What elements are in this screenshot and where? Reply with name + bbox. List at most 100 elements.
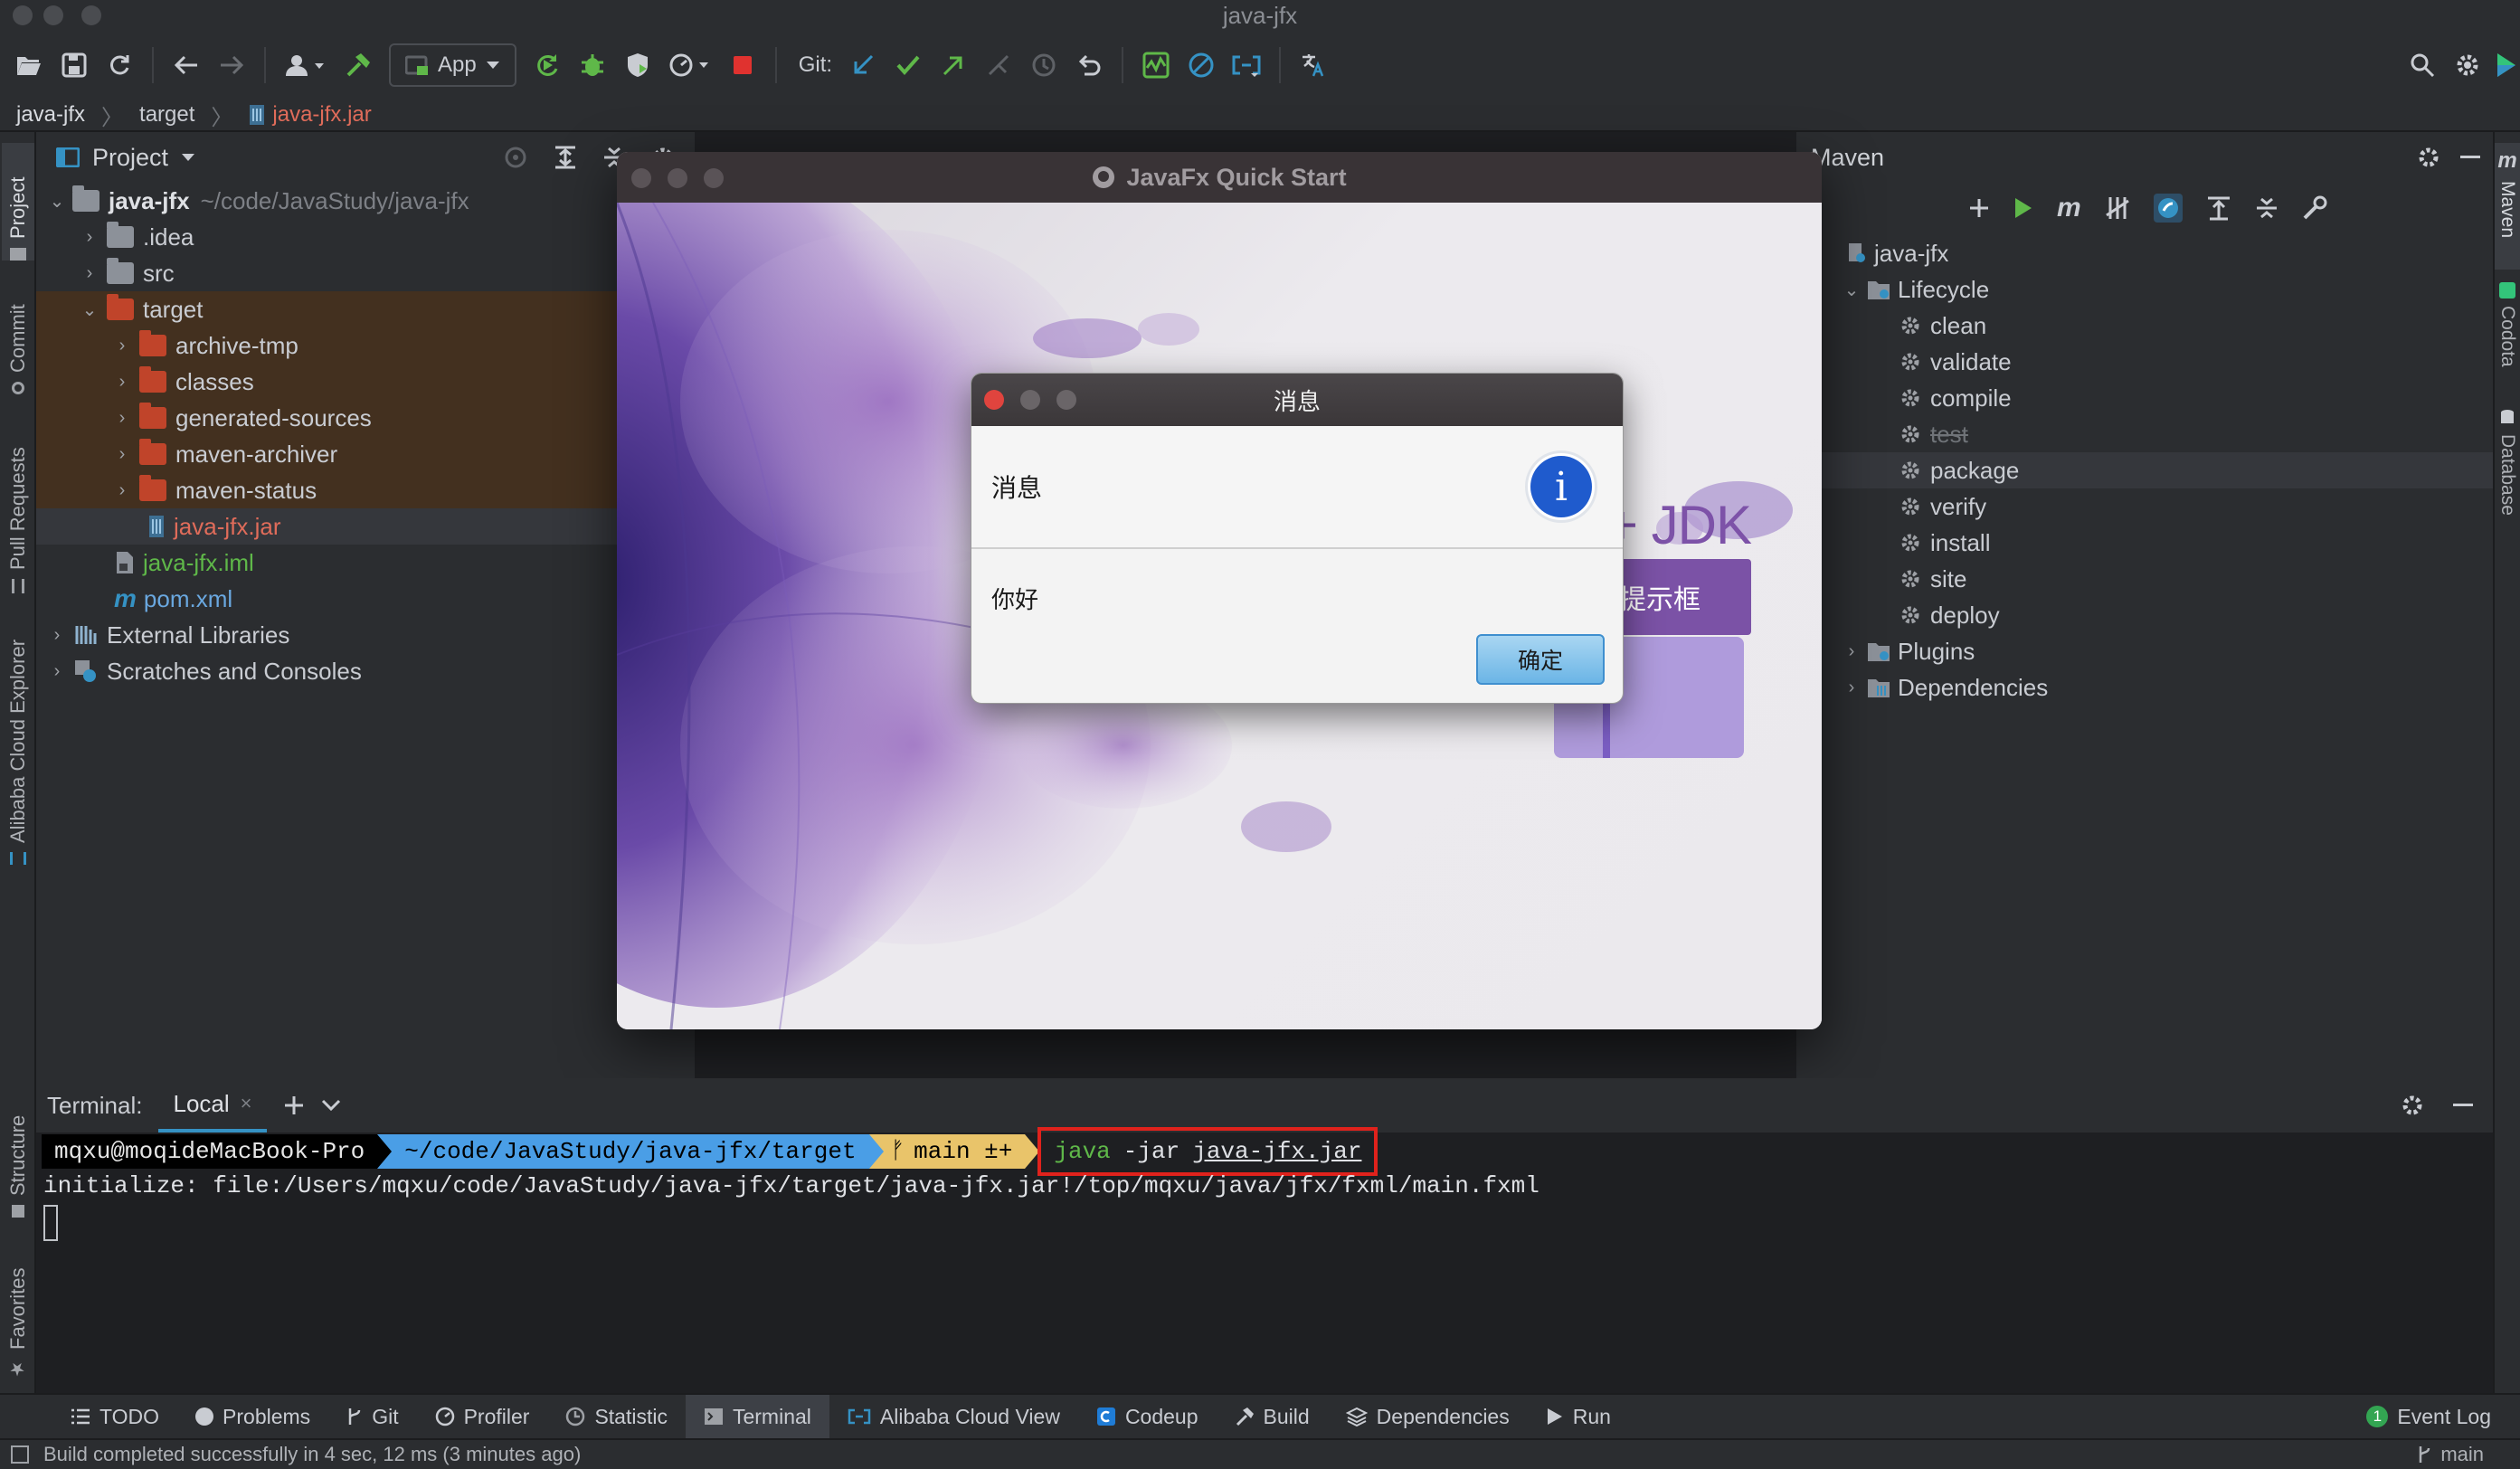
maven-lifecycle-item[interactable]: ⌄ Lifecycle: [1796, 271, 2493, 308]
rerun-icon[interactable]: [527, 42, 567, 89]
tree-item-src[interactable]: › src: [36, 255, 695, 291]
app-minimize-button[interactable]: [668, 168, 687, 188]
stop-icon[interactable]: [723, 42, 763, 89]
disable-circle-icon[interactable]: [1181, 42, 1221, 89]
tool-run[interactable]: Run: [1528, 1395, 1629, 1438]
tab-terminal-local[interactable]: Local ×: [158, 1078, 267, 1133]
git-push-icon[interactable]: [933, 42, 973, 89]
tree-item-external-libraries[interactable]: › External Libraries: [36, 617, 695, 653]
maven-goal-clean[interactable]: clean: [1796, 308, 2493, 344]
profile-run-icon[interactable]: [663, 42, 717, 89]
user-dropdown-icon[interactable]: [279, 42, 333, 89]
tree-item-scratches[interactable]: › Scratches and Consoles: [36, 653, 695, 689]
chevron-down-icon[interactable]: [321, 1099, 341, 1112]
maven-goal-verify[interactable]: verify: [1796, 488, 2493, 525]
settings-gear-icon[interactable]: [2401, 1094, 2424, 1117]
tree-item-root[interactable]: ⌄ java-jfx ~/code/JavaStudy/java-jfx: [36, 183, 695, 219]
execute-maven-goal-icon[interactable]: m: [2057, 193, 2081, 223]
maven-goal-package[interactable]: package: [1796, 452, 2493, 488]
build-hammer-icon[interactable]: [338, 42, 378, 89]
maven-project-item[interactable]: java-jfx: [1796, 235, 2493, 271]
tree-item-target[interactable]: ⌄ target: [36, 291, 695, 327]
tab-maven[interactable]: m Maven: [2495, 143, 2520, 270]
cloud-toolkit-icon[interactable]: [1227, 42, 1266, 89]
tool-codeup[interactable]: Codeup: [1078, 1395, 1217, 1438]
maven-goal-site[interactable]: site: [1796, 561, 2493, 597]
add-icon[interactable]: [1968, 197, 1990, 219]
tool-alibaba-cloud-view[interactable]: Alibaba Cloud View: [829, 1395, 1078, 1438]
terminal-cursor[interactable]: [43, 1205, 58, 1241]
hide-panel-icon[interactable]: [2453, 1104, 2473, 1107]
run-configuration-select[interactable]: App: [389, 43, 516, 87]
maven-goal-install[interactable]: install: [1796, 525, 2493, 561]
tree-item-archive-tmp[interactable]: › archive-tmp: [36, 327, 695, 364]
hide-panel-icon[interactable]: [2460, 156, 2480, 159]
maven-goal-test[interactable]: test: [1796, 416, 2493, 452]
expand-all-icon[interactable]: [554, 145, 577, 170]
tool-profiler[interactable]: Profiler: [417, 1395, 548, 1438]
open-folder-icon[interactable]: [9, 42, 49, 89]
chevron-down-icon[interactable]: [181, 153, 195, 162]
settings-gear-icon[interactable]: [2417, 146, 2440, 169]
status-message[interactable]: Build completed successfully in 4 sec, 1…: [43, 1443, 581, 1466]
translate-icon[interactable]: [1293, 42, 1333, 89]
tab-project[interactable]: Project: [2, 143, 34, 261]
search-icon[interactable]: [2402, 42, 2442, 89]
tool-problems[interactable]: Problems: [177, 1395, 328, 1438]
tool-dependencies[interactable]: Dependencies: [1328, 1395, 1528, 1438]
sync-icon[interactable]: [99, 42, 139, 89]
tool-event-log[interactable]: 1 Event Log: [2348, 1395, 2509, 1438]
maven-settings-wrench-icon[interactable]: [2302, 195, 2327, 221]
tree-item-java-jfx-jar[interactable]: java-jfx.jar: [36, 508, 695, 545]
tab-database[interactable]: Database: [2495, 403, 2520, 557]
save-icon[interactable]: [54, 42, 94, 89]
git-history-clock-icon[interactable]: [1024, 42, 1064, 89]
skip-tests-icon[interactable]: [2105, 195, 2130, 221]
tool-todo[interactable]: TODO: [52, 1395, 177, 1438]
tab-commit[interactable]: Commit: [2, 277, 34, 394]
app-zoom-button[interactable]: [704, 168, 724, 188]
coverage-shield-icon[interactable]: [618, 42, 658, 89]
new-terminal-add-icon[interactable]: [283, 1095, 305, 1116]
tab-structure[interactable]: Structure: [2, 1091, 34, 1218]
tab-alibaba-cloud-explorer[interactable]: Alibaba Cloud Explorer: [2, 611, 34, 865]
breadcrumb-file[interactable]: java-jfx.jar: [249, 102, 372, 128]
dialog-close-button[interactable]: [984, 390, 1004, 410]
tab-favorites[interactable]: ★ Favorites: [2, 1254, 34, 1380]
git-commit-check-icon[interactable]: [888, 42, 928, 89]
toggle-tool-windows-icon[interactable]: [11, 1445, 29, 1464]
git-merge-icon[interactable]: [979, 42, 1018, 89]
tool-terminal[interactable]: Terminal: [685, 1395, 829, 1438]
settings-gear-icon[interactable]: [2448, 42, 2487, 89]
maven-plugins-item[interactable]: › Plugins: [1796, 633, 2493, 669]
tree-item-idea[interactable]: › .idea: [36, 219, 695, 255]
jetbrains-toolbox-icon[interactable]: [2493, 42, 2520, 89]
zoom-window-button[interactable]: [81, 5, 101, 25]
offline-mode-icon[interactable]: [2153, 194, 2183, 223]
tree-item-java-jfx-iml[interactable]: java-jfx.iml: [36, 545, 695, 581]
ok-button[interactable]: 确定: [1476, 634, 1605, 685]
breadcrumb-folder[interactable]: target: [139, 102, 194, 128]
tool-build[interactable]: Build: [1217, 1395, 1328, 1438]
debug-bug-icon[interactable]: [573, 42, 612, 89]
show-dependencies-icon[interactable]: [2206, 195, 2231, 221]
tree-item-maven-archiver[interactable]: › maven-archiver: [36, 436, 695, 472]
maven-goal-deploy[interactable]: deploy: [1796, 597, 2493, 633]
close-window-button[interactable]: [13, 5, 33, 25]
tool-git[interactable]: Git: [328, 1395, 416, 1438]
breadcrumb-project[interactable]: java-jfx: [16, 102, 85, 128]
maven-goal-validate[interactable]: validate: [1796, 344, 2493, 380]
run-goal-icon[interactable]: [2013, 196, 2033, 220]
git-rollback-icon[interactable]: [1069, 42, 1109, 89]
back-arrow-icon[interactable]: [166, 42, 206, 89]
dialog-minimize-button[interactable]: [1020, 390, 1040, 410]
tab-codota[interactable]: Codota: [2495, 277, 2520, 394]
forward-arrow-icon[interactable]: [212, 42, 251, 89]
tree-item-pom-xml[interactable]: m pom.xml: [36, 581, 695, 617]
close-tab-icon[interactable]: ×: [241, 1092, 252, 1115]
maven-goal-compile[interactable]: compile: [1796, 380, 2493, 416]
tab-pull-requests[interactable]: Pull Requests: [2, 412, 34, 593]
git-update-icon[interactable]: [843, 42, 883, 89]
collapse-all-icon[interactable]: [2255, 195, 2278, 221]
tree-item-maven-status[interactable]: › maven-status: [36, 472, 695, 508]
